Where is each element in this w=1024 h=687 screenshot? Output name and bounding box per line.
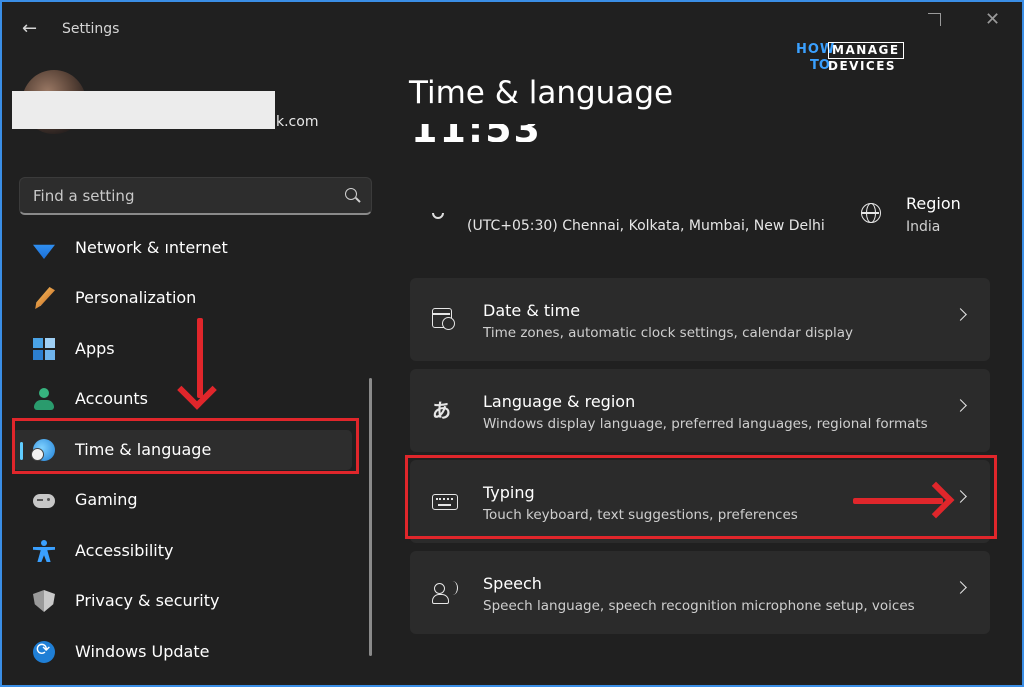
maximize-icon[interactable] [928,13,941,26]
card-date-time[interactable]: Date & time Time zones, automatic clock … [410,278,990,361]
sidebar-item-accessibility[interactable]: Accessibility [12,531,352,571]
sidebar-item-privacy[interactable]: Privacy & security [12,581,352,621]
annotation-arrow-down [177,318,217,410]
search-icon[interactable] [345,188,357,200]
redacted-account-name [12,91,275,129]
accessibility-icon [33,540,55,562]
sidebar-item-network[interactable]: Network & ınternet [12,228,352,268]
card-title: Language & region [483,392,636,411]
logo-manage: MANAGE [828,42,904,59]
sidebar-item-gaming[interactable]: Gaming [12,480,352,520]
chevron-right-icon [954,399,967,412]
sidebar-item-label: Gaming [75,490,138,509]
card-subtitle: Speech language, speech recognition micr… [483,598,915,614]
timezone-text: (UTC+05:30) Chennai, Kolkata, Mumbai, Ne… [467,218,825,234]
card-language-region[interactable]: あ Language & region Windows display lang… [410,369,990,452]
window-title: Settings [62,21,120,37]
calendar-clock-icon [432,308,455,330]
sidebar-scrollbar[interactable] [369,378,372,656]
language-icon: あ [432,400,452,422]
logo-to: TO [810,58,830,73]
sidebar-item-label: Accessibility [75,541,174,560]
sidebar-item-label: Network & ınternet [75,238,228,257]
chevron-right-icon [954,308,967,321]
search-placeholder: Find a setting [33,187,135,205]
howtomanagedevices-logo: HOW TO MANAGE DEVICES [796,42,908,78]
globe-icon [861,203,881,223]
person-icon [33,388,55,410]
card-title: Date & time [483,301,581,320]
sidebar-item-label: Personalization [75,288,197,307]
clock-display: 11:53 AM [409,124,619,142]
speech-icon [432,581,458,605]
search-input[interactable]: Find a setting [19,177,372,215]
sidebar-item-label: Accounts [75,389,148,408]
highlight-box-time-language [12,418,359,474]
gamepad-icon [33,494,55,508]
chevron-right-icon [954,581,967,594]
card-speech[interactable]: Speech Speech language, speech recogniti… [410,551,990,634]
clock-text: 11:53 AM [411,124,619,142]
page-title: Time & language [409,75,674,111]
sidebar-item-label: Windows Update [75,642,210,661]
card-subtitle: Time zones, automatic clock settings, ca… [483,325,854,341]
back-arrow-icon[interactable]: ← [22,19,42,39]
sidebar-item-label: Privacy & security [75,591,220,610]
sidebar-item-label: Apps [75,339,115,358]
shield-icon [33,590,55,612]
close-icon[interactable]: ✕ [985,9,1000,30]
region-title: Region [906,194,961,213]
timezone-icon [432,213,444,222]
sidebar-item-windows-update[interactable]: Windows Update [12,632,352,672]
apps-icon [33,338,55,360]
sidebar-item-apps[interactable]: Apps [12,329,352,369]
region-value: India [906,219,941,235]
highlight-box-typing [405,455,997,539]
sidebar-item-personalization[interactable]: Personalization [12,278,352,318]
account-email: k.com [276,114,319,130]
logo-devices: DEVICES [828,59,897,73]
card-title: Speech [483,574,542,593]
update-icon [33,640,55,663]
brush-icon [35,287,55,309]
card-subtitle: Windows display language, preferred lang… [483,416,928,432]
network-icon [33,244,55,259]
